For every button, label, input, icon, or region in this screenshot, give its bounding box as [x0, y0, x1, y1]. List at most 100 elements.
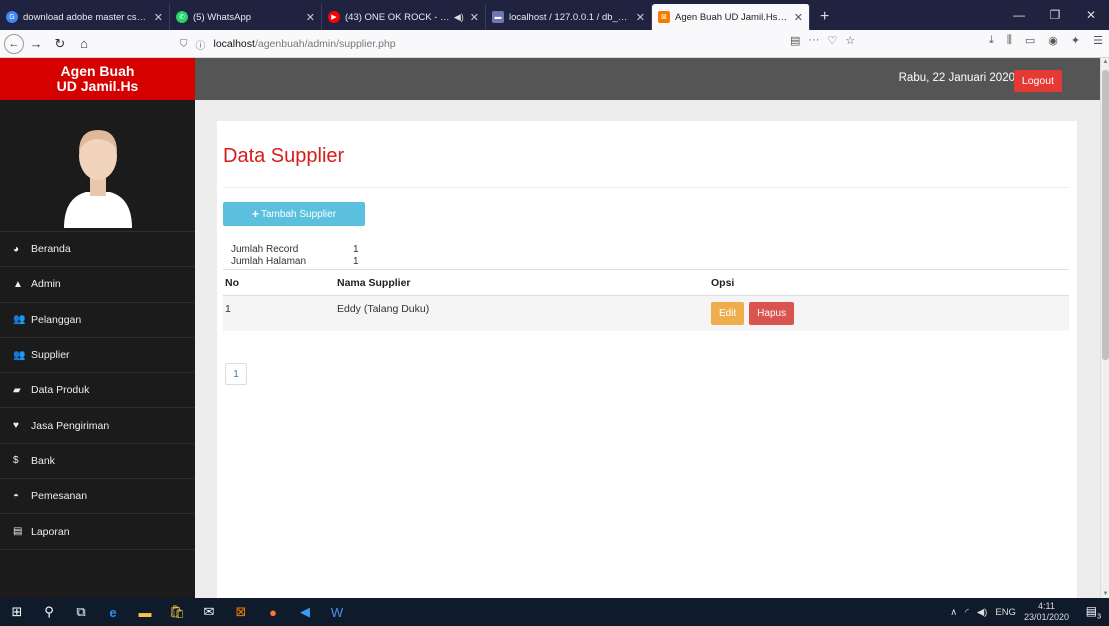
- speaker-icon[interactable]: ◀): [454, 12, 464, 23]
- tab-title: (43) ONE OK ROCK - Where: [345, 11, 451, 23]
- close-tab-icon[interactable]: ✕: [306, 11, 315, 24]
- wifi-icon[interactable]: ◜: [965, 607, 969, 618]
- dashboard-icon: ◕: [13, 243, 20, 255]
- close-tab-icon[interactable]: ✕: [154, 11, 163, 24]
- browser-tab[interactable]: G download adobe master cs 3 t ✕: [0, 4, 170, 30]
- supplier-table: No Nama Supplier Opsi 1 Eddy (Talang Duk…: [223, 269, 1069, 331]
- phpmyadmin-icon: ▬: [492, 11, 504, 23]
- content-card: Data Supplier + Tambah Supplier Jumlah R…: [217, 121, 1077, 598]
- restore-icon[interactable]: ❐: [1037, 0, 1073, 30]
- user-icon: ▲: [13, 278, 23, 290]
- sidebar-item-laporan[interactable]: ▤ Laporan: [0, 513, 195, 548]
- youtube-icon: ▶: [328, 11, 340, 23]
- page-scrollbar[interactable]: ▲ ▼: [1100, 58, 1109, 598]
- pagination-page-1[interactable]: 1: [225, 363, 247, 385]
- file-explorer-icon[interactable]: ▬: [132, 598, 158, 626]
- volume-icon[interactable]: ◀): [977, 607, 987, 618]
- jumlah-halaman-label: Jumlah Halaman: [231, 255, 307, 267]
- reload-icon[interactable]: ↻: [48, 33, 72, 55]
- clock[interactable]: 4:11 23/01/2020: [1024, 601, 1069, 623]
- delete-button[interactable]: Hapus: [749, 302, 795, 325]
- sidebar-item-beranda[interactable]: ◕ Beranda: [0, 231, 195, 266]
- sidebar-menu: ◕ Beranda ▲ Admin 👥 Pelanggan 👥 Supplier…: [0, 231, 195, 584]
- google-icon: G: [6, 11, 18, 23]
- app-viewport: Agen Buah UD Jamil.Hs Rabu, 22 Januari 2…: [0, 58, 1100, 598]
- add-supplier-button[interactable]: + Tambah Supplier: [223, 202, 365, 226]
- windows-start-icon[interactable]: ⊞: [4, 598, 30, 626]
- new-tab-icon[interactable]: +: [810, 4, 839, 30]
- vscode-icon[interactable]: ◀: [292, 598, 318, 626]
- add-supplier-label: Tambah Supplier: [260, 208, 337, 220]
- downloads-icon[interactable]: ⤓: [989, 34, 994, 47]
- library-icon[interactable]: ⫼: [1007, 34, 1012, 47]
- back-icon[interactable]: ←: [4, 33, 24, 54]
- chevron-up-icon[interactable]: ∧: [950, 607, 957, 618]
- url-actions: ▤ ··· ♡ ☆: [790, 34, 855, 47]
- tab-title: download adobe master cs 3 t: [23, 11, 148, 23]
- edge-icon[interactable]: e: [100, 598, 126, 626]
- browser-tab[interactable]: ▬ localhost / 127.0.0.1 / db_agen ✕: [486, 4, 652, 30]
- system-tray: ∧ ◜ ◀) ENG 4:11 23/01/2020: [950, 598, 1069, 626]
- top-header: Rabu, 22 Januari 2020 Logout: [195, 58, 1100, 100]
- sidebar-item-data-produk[interactable]: ▰ Data Produk: [0, 372, 195, 407]
- sidebar-icon[interactable]: ▭: [1025, 34, 1035, 47]
- sidebar-item-label: Beranda: [31, 243, 71, 256]
- whatsapp-icon: ✆: [176, 11, 188, 23]
- info-icon[interactable]: ⓘ: [196, 37, 206, 52]
- sidebar-item-supplier[interactable]: 👥 Supplier: [0, 336, 195, 372]
- mail-icon[interactable]: ✉: [196, 598, 222, 626]
- users-icon: 👥: [13, 349, 26, 361]
- clock-date: 23/01/2020: [1023, 612, 1069, 622]
- task-view-icon[interactable]: ⧉: [68, 598, 94, 626]
- sidebar-item-bank[interactable]: $ Bank: [0, 442, 195, 478]
- scroll-up-icon[interactable]: ▲: [1101, 59, 1109, 65]
- clock-time: 4:11: [1038, 601, 1055, 611]
- page-actions-icon[interactable]: ···: [808, 34, 819, 47]
- sidebar-item-jasa-pengiriman[interactable]: ♥ Jasa Pengiriman: [0, 407, 195, 442]
- logout-button[interactable]: Logout: [1013, 70, 1062, 92]
- language-indicator[interactable]: ENG: [995, 607, 1016, 618]
- tab-title: localhost / 127.0.0.1 / db_agen: [509, 11, 630, 23]
- tab-title: (5) WhatsApp: [193, 11, 252, 23]
- close-tab-icon[interactable]: ✕: [470, 11, 479, 24]
- minimize-icon[interactable]: —: [1001, 0, 1037, 30]
- column-header-nama: Nama Supplier: [337, 276, 411, 289]
- window-controls: — ❐ ✕: [1001, 0, 1109, 30]
- table-header: No Nama Supplier Opsi: [223, 269, 1069, 295]
- column-header-no: No: [225, 276, 239, 289]
- scroll-down-icon[interactable]: ▼: [1101, 591, 1109, 597]
- sidebar-item-pemesanan[interactable]: ◓ Pemesanan: [0, 478, 195, 513]
- menu-icon[interactable]: ☰: [1093, 34, 1103, 47]
- xampp-icon[interactable]: ⊠: [228, 598, 254, 626]
- sidebar-item-label: Bank: [31, 454, 55, 467]
- close-tab-icon[interactable]: ✕: [636, 11, 645, 24]
- bookmark-star-icon[interactable]: ☆: [845, 34, 855, 47]
- edit-button[interactable]: Edit: [711, 302, 745, 325]
- sidebar-item-label: Admin: [31, 278, 61, 291]
- forward-icon[interactable]: →: [24, 33, 48, 55]
- cell-opsi: Edit Hapus: [711, 302, 1069, 325]
- brand-logo[interactable]: Agen Buah UD Jamil.Hs: [0, 58, 195, 100]
- notification-count: 3: [1097, 613, 1101, 621]
- reader-view-icon[interactable]: ▤: [790, 34, 800, 47]
- pocket-icon[interactable]: ♡: [827, 34, 837, 47]
- sidebar-item-admin[interactable]: ▲ Admin: [0, 266, 195, 301]
- scrollbar-thumb[interactable]: [1102, 70, 1109, 360]
- account-icon[interactable]: ◉: [1048, 34, 1058, 47]
- search-icon[interactable]: ⚲: [36, 598, 62, 626]
- sidebar-item-pelanggan[interactable]: 👥 Pelanggan: [0, 301, 195, 337]
- browser-tab-active[interactable]: ⊠ Agen Buah UD Jamil.Hs - Adm ✕: [652, 4, 810, 30]
- extension-icon[interactable]: ✦: [1071, 34, 1080, 47]
- jumlah-halaman-value: 1: [353, 255, 359, 267]
- firefox-icon[interactable]: ●: [260, 598, 286, 626]
- notification-icon[interactable]: ▤3: [1086, 604, 1101, 620]
- tracking-shield-icon[interactable]: ⛉: [180, 39, 188, 50]
- current-date: Rabu, 22 Januari 2020: [898, 72, 1015, 84]
- home-icon[interactable]: ⌂: [72, 33, 96, 55]
- close-tab-icon[interactable]: ✕: [794, 11, 803, 24]
- close-window-icon[interactable]: ✕: [1073, 0, 1109, 30]
- store-icon[interactable]: 🛍: [164, 598, 190, 626]
- browser-tab[interactable]: ✆ (5) WhatsApp ✕: [170, 4, 322, 30]
- browser-tab[interactable]: ▶ (43) ONE OK ROCK - Where ◀) ✕: [322, 4, 486, 30]
- word-icon[interactable]: W: [324, 598, 350, 626]
